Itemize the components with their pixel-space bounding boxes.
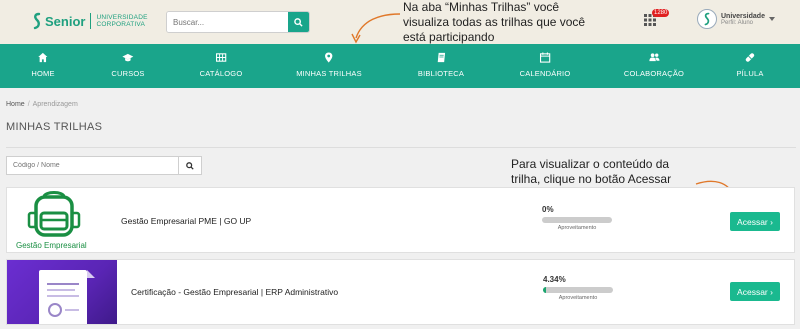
logo-subtitle-line2: CORPORATIVA (96, 21, 146, 28)
trail-progress: 0% Aproveitamento (542, 205, 612, 231)
logo-divider (90, 13, 92, 29)
breadcrumb-home[interactable]: Home (6, 101, 25, 108)
notification-badge: 1280 (652, 9, 670, 17)
trail-progress: 4.34% Aproveitamento (543, 275, 613, 301)
main-nav: HOME CURSOS CATÁLOGO MINHAS TRILHAS BIBL… (0, 44, 800, 88)
trail-filter-input[interactable] (7, 157, 179, 174)
header-search-input[interactable] (167, 12, 289, 32)
progress-bar (543, 287, 613, 293)
thumbnail-label: Gestão Empresarial (16, 241, 87, 250)
progress-percent: 4.34% (543, 275, 566, 284)
user-menu[interactable]: Universidade Perfil: Aluno (697, 9, 775, 29)
nav-label: MINHAS TRILHAS (296, 69, 362, 78)
logo-subtitle: UNIVERSIDADE CORPORATIVA (96, 14, 147, 28)
nav-label: CALENDÁRIO (519, 69, 571, 78)
tab-annotation: Na aba “Minhas Trilhas” você visualiza t… (403, 0, 586, 44)
nav-item-pilula[interactable]: PÍLULA (736, 52, 763, 78)
annotation-arrow-icon (351, 13, 401, 44)
nav-label: CURSOS (111, 69, 145, 78)
access-button[interactable]: Acessar › (730, 282, 780, 301)
nav-item-colaboracao[interactable]: COLABORAÇÃO (624, 52, 684, 78)
trail-thumbnail (7, 260, 117, 324)
avatar (697, 9, 717, 29)
pill-icon (745, 53, 755, 62)
access-button[interactable]: Acessar › (730, 212, 780, 231)
user-role: Perfil: Aluno (721, 19, 754, 26)
search-icon (294, 17, 303, 27)
page-title: MINHAS TRILHAS (6, 121, 103, 133)
calendar-icon (539, 52, 551, 63)
breadcrumb-current: Aprendizagem (32, 101, 78, 108)
nav-item-biblioteca[interactable]: BIBLIOTECA (418, 52, 464, 78)
chevron-down-icon (768, 17, 775, 21)
header-search (166, 11, 310, 33)
senior-s-icon (33, 12, 41, 30)
breadcrumb: Home / Aprendizagem (6, 101, 78, 108)
divider (6, 147, 796, 148)
senior-s-icon (704, 12, 710, 26)
backpack-icon (27, 191, 81, 237)
progress-label: Aproveitamento (558, 295, 598, 301)
trail-filter-button[interactable] (178, 157, 201, 174)
nav-item-home[interactable]: HOME (31, 52, 54, 78)
book-icon (437, 52, 445, 63)
nav-label: BIBLIOTECA (417, 69, 465, 78)
header-search-button[interactable] (288, 12, 309, 32)
nav-item-catalogo[interactable]: CATÁLOGO (200, 52, 243, 78)
graduation-cap-icon (122, 53, 134, 62)
nav-label: COLABORAÇÃO (623, 69, 685, 78)
certificate-icon (39, 270, 95, 324)
user-info: Universidade Perfil: Aluno (721, 13, 765, 26)
trail-card: Gestão Empresarial Gestão Empresarial PM… (6, 187, 795, 253)
home-icon (38, 52, 48, 63)
trail-thumbnail: Gestão Empresarial (7, 188, 105, 252)
access-annotation: Para visualizar o conteúdo da trilha, cl… (511, 157, 672, 186)
logo-name: Senior (45, 13, 86, 29)
trail-filter (6, 156, 202, 175)
progress-bar (542, 217, 612, 223)
nav-label: CATÁLOGO (199, 69, 243, 78)
trail-title: Certificação - Gestão Empresarial | ERP … (131, 287, 339, 297)
progress-percent: 0% (542, 205, 554, 214)
catalog-grid-icon (215, 53, 227, 62)
breadcrumb-separator: / (27, 101, 30, 108)
search-icon (186, 161, 194, 170)
trail-card: Certificação - Gestão Empresarial | ERP … (6, 259, 795, 325)
nav-label: HOME (31, 69, 55, 78)
nav-item-minhas-trilhas[interactable]: MINHAS TRILHAS (296, 52, 362, 78)
logo-subtitle-line1: UNIVERSIDADE (96, 14, 148, 21)
trail-title: Gestão Empresarial PME | GO UP (121, 216, 252, 226)
progress-fill (543, 287, 547, 293)
users-icon (648, 53, 660, 62)
nav-item-cursos[interactable]: CURSOS (111, 52, 144, 78)
progress-label: Aproveitamento (557, 225, 597, 231)
nav-item-calendario[interactable]: CALENDÁRIO (520, 52, 571, 78)
map-pin-icon (325, 52, 333, 63)
nav-label: PÍLULA (736, 69, 764, 78)
user-name: Universidade (721, 12, 765, 20)
senior-logo[interactable]: Senior UNIVERSIDADE CORPORATIVA (32, 12, 148, 30)
